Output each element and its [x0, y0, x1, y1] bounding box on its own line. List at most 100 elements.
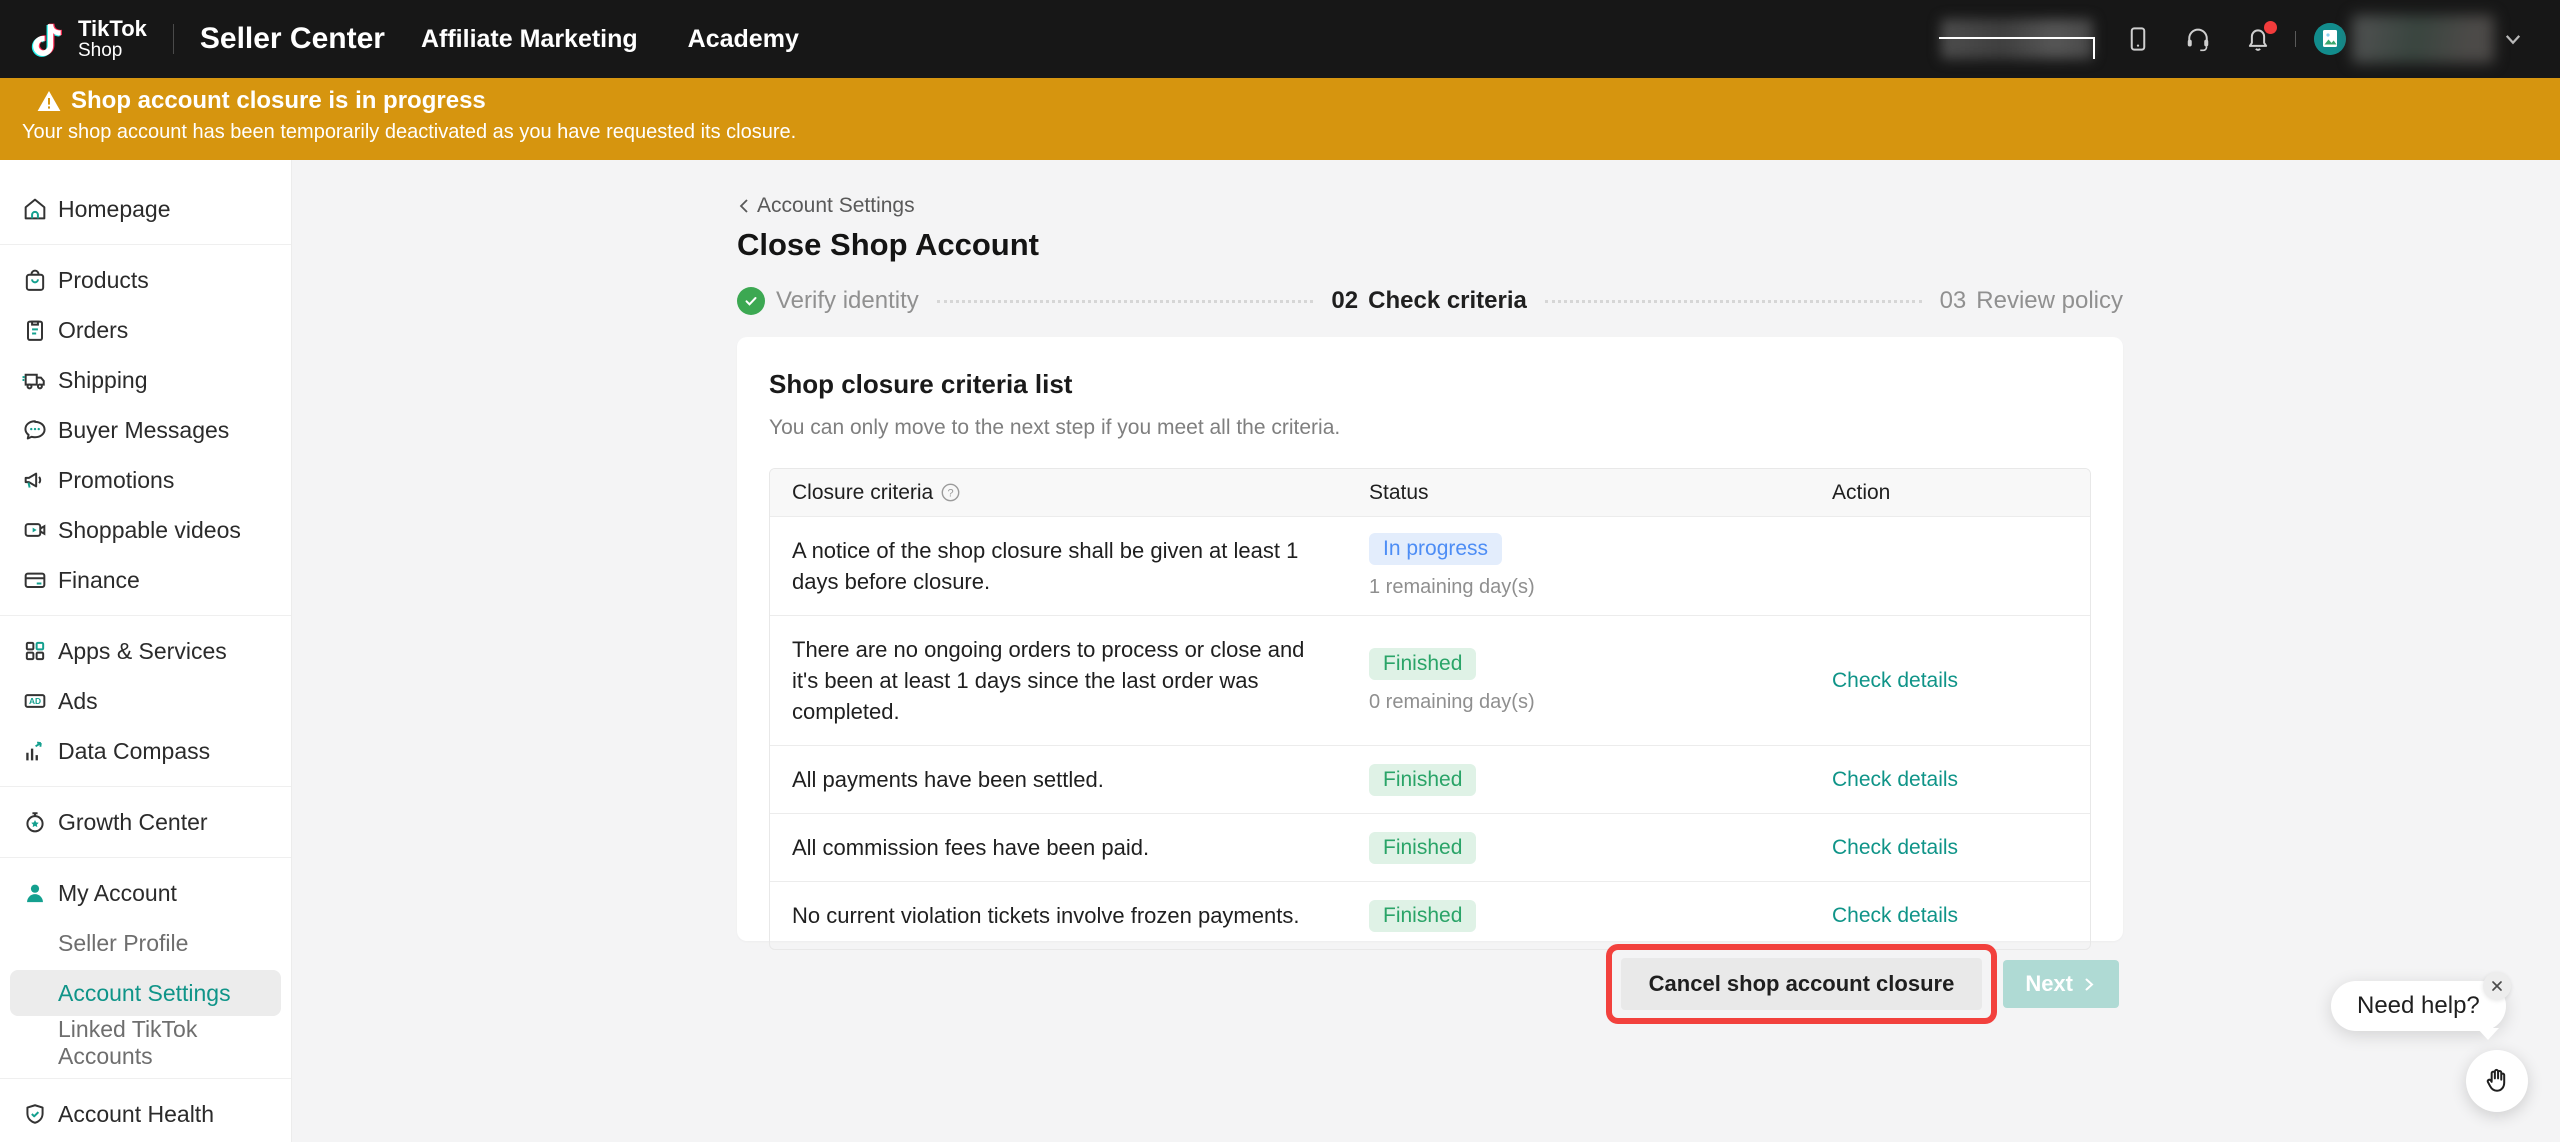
sidebar-item-label: Account Health [58, 1101, 214, 1128]
sidebar-item-seller-profile[interactable]: Seller Profile [0, 918, 291, 968]
sidebar-item-buyer-messages[interactable]: Buyer Messages [0, 405, 291, 455]
sidebar-item-label: My Account [58, 880, 177, 907]
criteria-text: All payments have been settled. [770, 746, 1355, 813]
step-number: 03 [1940, 287, 1967, 315]
brand-line1: TikTok [78, 18, 147, 40]
breadcrumb[interactable]: Account Settings [737, 194, 915, 218]
card-description: You can only move to the next step if yo… [769, 416, 2091, 440]
criteria-table: Closure criteria ? Status Action A notic… [769, 468, 2091, 950]
avatar[interactable] [2314, 23, 2346, 55]
divider [0, 1078, 291, 1079]
close-icon[interactable] [2483, 972, 2511, 1000]
shipping-truck-icon [21, 366, 49, 394]
user-icon [21, 879, 49, 907]
next-button[interactable]: Next [2003, 960, 2119, 1008]
sidebar-item-finance[interactable]: Finance [0, 555, 291, 605]
sidebar-item-shipping[interactable]: Shipping [0, 355, 291, 405]
criteria-text: A notice of the shop closure shall be gi… [770, 517, 1355, 615]
status-note: 0 remaining day(s) [1369, 691, 1832, 714]
step-label: Check criteria [1368, 287, 1527, 315]
sidebar-item-products[interactable]: Products [0, 255, 291, 305]
sidebar-item-apps-services[interactable]: Apps & Services [0, 626, 291, 676]
need-help-bubble[interactable]: Need help? [2331, 981, 2506, 1031]
table-row: All payments have been settled. Finished… [770, 745, 2090, 813]
notifications-bell-icon[interactable] [2243, 24, 2273, 54]
column-closure-criteria: Closure criteria [792, 481, 933, 505]
svg-text:AD: AD [29, 696, 41, 706]
chevron-down-icon[interactable] [2498, 24, 2528, 54]
warning-banner: Shop account closure is in progress Your… [0, 78, 2560, 160]
divider [0, 857, 291, 858]
sidebar-item-account-health[interactable]: Account Health [0, 1089, 291, 1139]
sidebar-item-homepage[interactable]: Homepage [0, 184, 291, 234]
sidebar-item-data-compass[interactable]: Data Compass [0, 726, 291, 776]
home-icon [21, 195, 49, 223]
divider [0, 786, 291, 787]
status-badge: Finished [1369, 832, 1476, 864]
next-button-label: Next [2025, 971, 2073, 997]
page-title: Close Shop Account [737, 227, 2123, 263]
status-badge: Finished [1369, 648, 1476, 680]
step-verify-identity: Verify identity [737, 287, 919, 315]
data-compass-icon [21, 737, 49, 765]
account-health-icon [21, 1100, 49, 1128]
sidebar-item-orders[interactable]: Orders [0, 305, 291, 355]
sidebar-item-label: Growth Center [58, 809, 208, 836]
breadcrumb-label: Account Settings [757, 194, 915, 218]
sidebar-item-label: Homepage [58, 196, 171, 223]
sidebar-item-growth-center[interactable]: Growth Center [0, 797, 291, 847]
notification-badge [2264, 21, 2277, 34]
sidebar-item-account-settings[interactable]: Account Settings [10, 970, 281, 1016]
table-row: No current violation tickets involve fro… [770, 881, 2090, 949]
table-row: There are no ongoing orders to process o… [770, 615, 2090, 745]
cancel-shop-account-closure-button[interactable]: Cancel shop account closure [1621, 958, 1983, 1010]
table-row: All commission fees have been paid. Fini… [770, 813, 2090, 881]
check-details-link[interactable]: Check details [1832, 904, 1958, 927]
nav-divider [173, 24, 174, 54]
sidebar-item-label: Apps & Services [58, 638, 227, 665]
nav-link-affiliate-marketing[interactable]: Affiliate Marketing [421, 25, 638, 54]
footer-actions: Cancel shop account closure Next [737, 944, 2123, 1024]
sidebar-item-promotions[interactable]: Promotions [0, 455, 291, 505]
products-icon [21, 266, 49, 294]
mobile-app-icon[interactable] [2123, 24, 2153, 54]
sidebar-item-linked-tiktok-accounts[interactable]: Linked TikTok Accounts [0, 1018, 291, 1068]
nav-link-seller-center[interactable]: Seller Center [200, 22, 385, 56]
chevron-left-icon [737, 197, 750, 215]
ads-icon: AD [21, 687, 49, 715]
step-check-criteria: 02 Check criteria [1331, 287, 1526, 315]
hand-icon [2481, 1065, 2513, 1097]
criteria-text: There are no ongoing orders to process o… [770, 616, 1355, 745]
step-label: Review policy [1976, 287, 2123, 315]
help-question-icon[interactable]: ? [941, 483, 960, 502]
sidebar: Homepage Products Orders Shipping Buyer … [0, 160, 292, 1142]
chat-bubble-icon [21, 416, 49, 444]
help-hand-button[interactable] [2466, 1050, 2528, 1112]
megaphone-icon [21, 466, 49, 494]
sidebar-item-label: Data Compass [58, 738, 210, 765]
check-details-link[interactable]: Check details [1832, 669, 1958, 692]
sidebar-item-shoppable-videos[interactable]: Shoppable videos [0, 505, 291, 555]
redacted-text [2352, 15, 2494, 63]
divider [0, 244, 291, 245]
sidebar-item-label: Buyer Messages [58, 417, 229, 444]
check-details-link[interactable]: Check details [1832, 768, 1958, 791]
step-separator [937, 300, 1314, 303]
nav-link-academy[interactable]: Academy [688, 25, 799, 54]
card-heading: Shop closure criteria list [769, 369, 2091, 400]
sidebar-item-ads[interactable]: AD Ads [0, 676, 291, 726]
tiktok-shop-logo[interactable]: TikTok Shop [26, 16, 147, 62]
red-annotation-box: Cancel shop account closure [1606, 944, 1998, 1024]
banner-title: Shop account closure is in progress [71, 87, 486, 115]
video-camera-icon [21, 516, 49, 544]
nav-divider [2295, 31, 2296, 47]
finance-card-icon [21, 566, 49, 594]
support-headset-icon[interactable] [2183, 24, 2213, 54]
brand-line2: Shop [78, 41, 147, 60]
sidebar-item-label: Shoppable videos [58, 517, 241, 544]
column-action: Action [1832, 481, 2090, 505]
check-details-link[interactable]: Check details [1832, 836, 1958, 859]
sidebar-item-my-account[interactable]: My Account [0, 868, 291, 918]
growth-center-icon [21, 808, 49, 836]
redacted-text [1941, 19, 2093, 59]
